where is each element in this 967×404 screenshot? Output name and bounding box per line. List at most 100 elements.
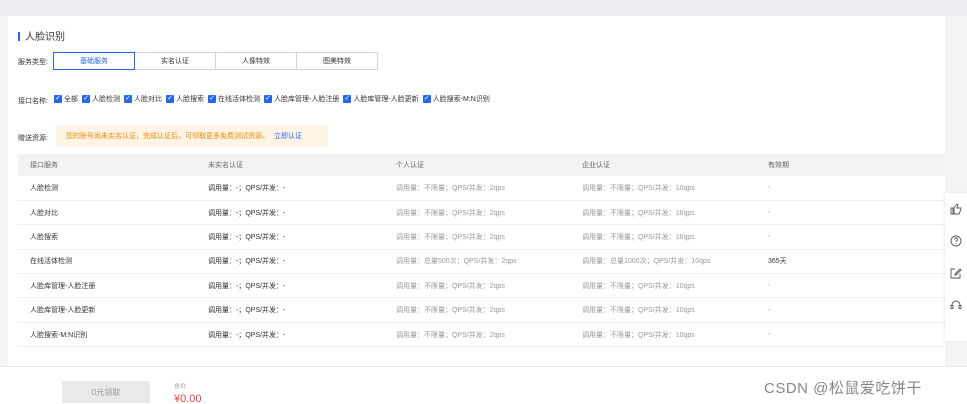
checkbox-label: 人脸搜索 — [176, 96, 204, 103]
cell-validity: - — [756, 176, 945, 201]
checkbox-checked-icon[interactable]: ✓ — [166, 95, 174, 103]
thumbs-up-icon[interactable] — [950, 203, 962, 215]
cell-service: 人脸对比 — [18, 200, 196, 226]
cell-personal: 调用量：不限量；QPS/并发：2qps — [384, 322, 570, 348]
cell-enterprise: 调用量：不限量；QPS/并发：10qps — [570, 273, 756, 299]
checkbox-liveness[interactable]: ✓ 在线活体检测 — [208, 94, 260, 104]
cell-validity: - — [756, 322, 945, 348]
tab-beauty-effects[interactable]: 图美特效 — [296, 52, 378, 70]
cell-enterprise: 调用量：总量1000次；QPS/并发：10qps — [570, 249, 756, 275]
checkbox-all[interactable]: ✓ 全部 — [54, 94, 78, 104]
floating-toolbar — [945, 193, 967, 341]
cell-unverified: 调用量：-；QPS/并发：- — [196, 322, 384, 348]
cell-validity: 365天 — [756, 249, 945, 275]
checkbox-checked-icon[interactable]: ✓ — [208, 95, 216, 103]
checkbox-label: 人脸库管理-人脸注册 — [274, 96, 340, 103]
top-bar — [0, 0, 967, 16]
cell-service: 人脸检测 — [18, 176, 196, 201]
checkbox-label: 人脸搜索-M:N识别 — [432, 96, 490, 103]
service-type-tabs: 基础服务 实名认证 人像特效 图美特效 — [53, 52, 378, 70]
claim-button[interactable]: 0元领取 — [62, 381, 150, 403]
cell-unverified: 调用量：-；QPS/并发：- — [196, 297, 384, 323]
checkbox-label: 在线活体检测 — [218, 96, 260, 103]
realname-notice: 您的账号尚未实名认证，完成认证后，可领取更多免费测试资源。 立即认证 — [56, 126, 328, 146]
cell-service: 人脸搜索-M:N识别 — [18, 322, 196, 348]
edit-icon[interactable] — [950, 267, 962, 279]
header-enterprise: 企业认证 — [570, 154, 756, 176]
cell-enterprise: 调用量：不限量；QPS/并发：10qps — [570, 322, 756, 348]
checkbox-label: 全部 — [64, 96, 78, 103]
checkbox-face-detect[interactable]: ✓ 人脸检测 — [82, 94, 120, 104]
cell-unverified: 调用量：-；QPS/并发：- — [196, 200, 384, 226]
verify-now-link[interactable]: 立即认证 — [274, 131, 302, 141]
interface-checkboxes: ✓ 全部 ✓ 人脸检测 ✓ 人脸对比 ✓ 人脸搜索 ✓ 在线活体检测 ✓ 人脸库管理-人脸注… — [54, 94, 494, 104]
cell-validity: - — [756, 297, 945, 323]
table-row: 人脸搜索 调用量：-；QPS/并发：- 调用量：不限量；QPS/并发：2qps … — [18, 224, 945, 250]
cell-service: 人脸库管理-人脸注册 — [18, 273, 196, 299]
cell-personal: 调用量：不限量；QPS/并发：2qps — [384, 200, 570, 226]
table-row: 人脸检测 调用量：-；QPS/并发：- 调用量：不限量；QPS/并发：2qps … — [18, 176, 945, 201]
cell-unverified: 调用量：-；QPS/并发：- — [196, 176, 384, 201]
cell-enterprise: 调用量：不限量；QPS/并发：10qps — [570, 224, 756, 250]
cell-enterprise: 调用量：不限量；QPS/并发：10qps — [570, 200, 756, 226]
checkbox-label: 人脸检测 — [92, 96, 120, 103]
tab-realname-auth[interactable]: 实名认证 — [134, 52, 216, 70]
cell-service: 在线活体检测 — [18, 249, 196, 275]
total-label: 总价: — [174, 384, 188, 390]
checkbox-face-search[interactable]: ✓ 人脸搜索 — [166, 94, 204, 104]
checkbox-checked-icon[interactable]: ✓ — [264, 95, 272, 103]
cell-personal: 调用量：不限量；QPS/并发：2qps — [384, 224, 570, 250]
title-accent-bar — [18, 32, 20, 41]
cell-validity: - — [756, 273, 945, 299]
header-unverified: 未实名认证 — [196, 154, 384, 176]
total-price: ¥0.00 — [174, 393, 202, 404]
cell-unverified: 调用量：-；QPS/并发：- — [196, 224, 384, 250]
checkbox-checked-icon[interactable]: ✓ — [54, 95, 62, 103]
interface-label: 接口名称: — [18, 98, 48, 105]
watermark: CSDN @松鼠爱吃饼干 — [764, 380, 922, 397]
service-type-label: 服务类型: — [18, 59, 48, 66]
checkbox-checked-icon[interactable]: ✓ — [124, 95, 132, 103]
quota-table: 接口服务 未实名认证 个人认证 企业认证 有效期 人脸检测 调用量：-；QPS/… — [18, 154, 945, 348]
cell-personal: 调用量：不限量；QPS/并发：2qps — [384, 273, 570, 299]
header-service: 接口服务 — [18, 154, 196, 176]
cell-personal: 调用量：总量500次；QPS/并发：2qps — [384, 249, 570, 275]
checkbox-face-compare[interactable]: ✓ 人脸对比 — [124, 94, 162, 104]
checkbox-checked-icon[interactable]: ✓ — [422, 95, 431, 103]
checkbox-face-update[interactable]: ✓ 人脸库管理-人脸更新 — [343, 94, 419, 104]
tab-basic-service[interactable]: 基础服务 — [53, 52, 135, 70]
cell-service: 人脸搜索 — [18, 224, 196, 250]
tab-portrait-effects[interactable]: 人像特效 — [215, 52, 297, 70]
table-header-row: 接口服务 未实名认证 个人认证 企业认证 有效期 — [18, 154, 945, 176]
checkbox-label: 人脸对比 — [134, 96, 162, 103]
cell-validity: - — [756, 224, 945, 250]
page-title-text: 人脸识别 — [25, 32, 65, 43]
checkbox-label: 人脸库管理-人脸更新 — [353, 96, 419, 103]
header-validity: 有效期 — [756, 154, 945, 176]
gift-label: 赠送资源: — [18, 135, 48, 142]
checkbox-checked-icon[interactable]: ✓ — [82, 95, 90, 103]
table-row: 人脸对比 调用量：-；QPS/并发：- 调用量：不限量；QPS/并发：2qps … — [18, 200, 945, 226]
cell-enterprise: 调用量：不限量；QPS/并发：10qps — [570, 176, 756, 201]
cell-personal: 调用量：不限量；QPS/并发：2qps — [384, 297, 570, 323]
table-row: 人脸库管理-人脸注册 调用量：-；QPS/并发：- 调用量：不限量；QPS/并发… — [18, 273, 945, 299]
checkbox-mn-search[interactable]: ✓ 人脸搜索-M:N识别 — [422, 94, 490, 104]
help-icon[interactable] — [950, 235, 962, 247]
header-personal: 个人认证 — [384, 154, 570, 176]
cell-personal: 调用量：不限量；QPS/并发：2qps — [384, 176, 570, 201]
cell-service: 人脸库管理-人脸更新 — [18, 297, 196, 323]
headset-icon[interactable] — [950, 299, 962, 311]
notice-text: 您的账号尚未实名认证，完成认证后，可领取更多免费测试资源。 — [66, 133, 269, 140]
table-row: 在线活体检测 调用量：-；QPS/并发：- 调用量：总量500次；QPS/并发：… — [18, 249, 945, 275]
cell-enterprise: 调用量：不限量；QPS/并发：10qps — [570, 297, 756, 323]
table-row: 人脸库管理-人脸更新 调用量：-；QPS/并发：- 调用量：不限量；QPS/并发… — [18, 297, 945, 323]
checkbox-face-register[interactable]: ✓ 人脸库管理-人脸注册 — [264, 94, 339, 104]
footer-bar: 0元领取 总价: ¥0.00 CSDN @松鼠爱吃饼干 — [0, 366, 967, 404]
cell-unverified: 调用量：-；QPS/并发：- — [196, 249, 384, 275]
cell-unverified: 调用量：-；QPS/并发：- — [196, 273, 384, 299]
table-row: 人脸搜索-M:N识别 调用量：-；QPS/并发：- 调用量：不限量；QPS/并发… — [18, 322, 945, 348]
main-card: 人脸识别 服务类型: 基础服务 实名认证 人像特效 图美特效 接口名称: ✓ 全部… — [8, 16, 945, 366]
cell-validity: - — [756, 200, 945, 226]
checkbox-checked-icon[interactable]: ✓ — [343, 95, 352, 103]
page-title: 人脸识别 — [18, 28, 65, 43]
